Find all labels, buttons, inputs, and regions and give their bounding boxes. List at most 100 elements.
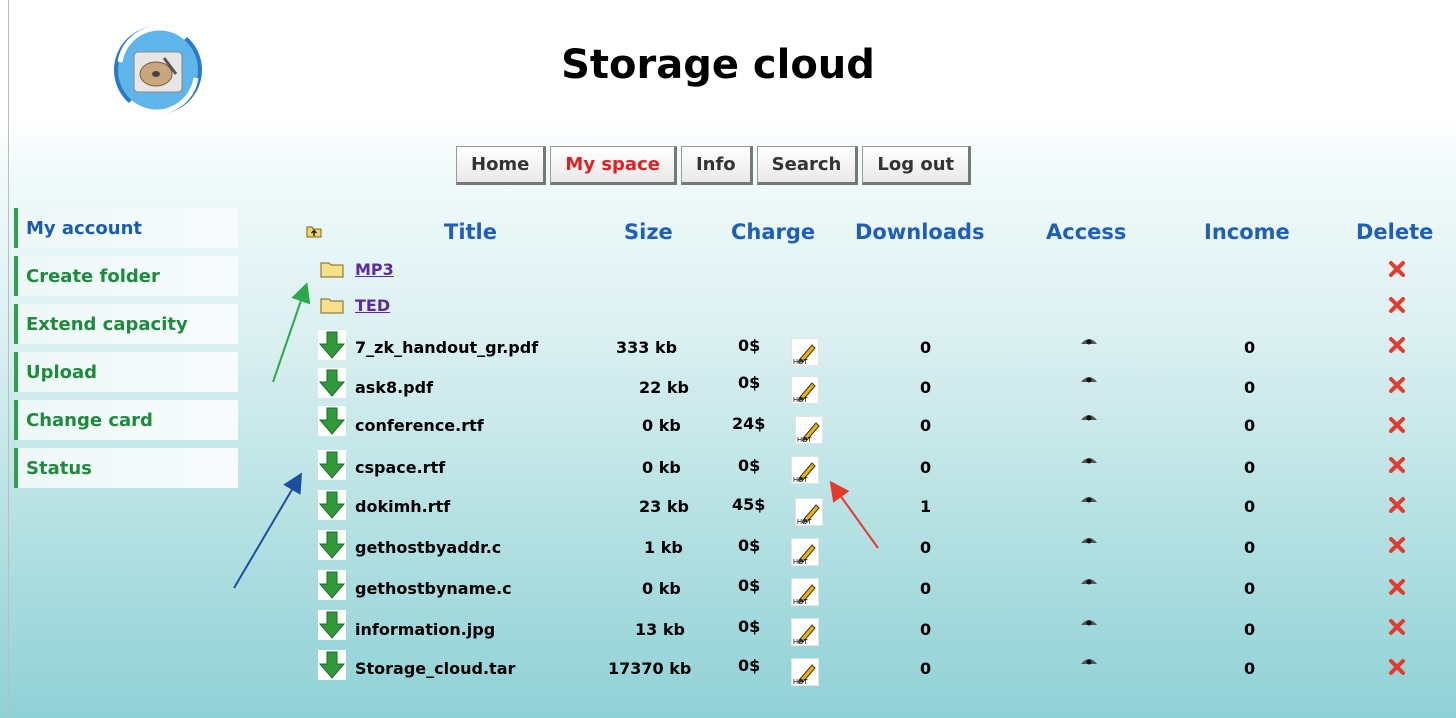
file-name[interactable]: information.jpg — [355, 620, 495, 639]
file-income: 0 — [1244, 378, 1256, 397]
download-arrow-icon[interactable] — [318, 570, 346, 600]
file-size: 333 kb — [616, 338, 678, 357]
file-size: 0 kb — [642, 416, 681, 435]
eye-icon[interactable] — [1080, 336, 1098, 346]
file-row: conference.rtf 0 kb 24$ HOT 0 0 — [0, 406, 1456, 452]
file-size: 23 kb — [639, 497, 689, 516]
file-name[interactable]: cspace.rtf — [355, 458, 445, 477]
file-size: 0 kb — [642, 579, 681, 598]
edit-badge: HOT — [793, 679, 809, 686]
file-charge: 0$ — [738, 373, 761, 392]
download-arrow-icon[interactable] — [318, 368, 346, 398]
tab-my-space[interactable]: My space — [550, 146, 677, 185]
file-name[interactable]: Storage_cloud.tar — [355, 659, 515, 678]
file-downloads: 0 — [920, 579, 932, 598]
pencil-edit-icon[interactable]: HOT — [795, 498, 823, 526]
file-size: 22 kb — [639, 378, 689, 397]
eye-icon[interactable] — [1080, 412, 1098, 422]
file-downloads: 0 — [920, 538, 932, 557]
file-name[interactable]: 7_zk_handout_gr.pdf — [355, 338, 538, 357]
column-header-income: Income — [1204, 220, 1290, 244]
edit-badge: HOT — [793, 477, 809, 484]
file-name[interactable]: conference.rtf — [355, 416, 484, 435]
file-downloads: 0 — [920, 378, 932, 397]
download-arrow-icon[interactable] — [318, 650, 346, 680]
download-arrow-icon[interactable] — [318, 490, 346, 520]
delete-x-icon[interactable] — [1388, 578, 1406, 596]
eye-icon[interactable] — [1080, 494, 1098, 504]
pencil-edit-icon[interactable]: HOT — [791, 538, 819, 566]
download-arrow-icon[interactable] — [318, 330, 346, 360]
pencil-edit-icon[interactable]: HOT — [791, 338, 819, 366]
eye-icon[interactable] — [1080, 576, 1098, 586]
pencil-edit-icon[interactable]: HOT — [791, 578, 819, 606]
file-name[interactable]: gethostbyname.c — [355, 579, 512, 598]
eye-icon[interactable] — [1080, 617, 1098, 627]
pencil-edit-icon[interactable]: HOT — [791, 456, 819, 484]
folder-link-ted[interactable]: TED — [355, 296, 390, 315]
pencil-edit-icon[interactable]: HOT — [795, 416, 823, 444]
file-name[interactable]: ask8.pdf — [355, 378, 433, 397]
file-downloads: 0 — [920, 338, 932, 357]
file-size: 0 kb — [642, 458, 681, 477]
page-title: Storage cloud — [561, 42, 875, 88]
file-charge: 24$ — [732, 414, 766, 433]
column-header-title: Title — [444, 220, 498, 244]
edit-badge: HOT — [793, 359, 809, 366]
edit-badge: HOT — [793, 559, 809, 566]
eye-icon[interactable] — [1080, 535, 1098, 545]
file-income: 0 — [1244, 538, 1256, 557]
eye-icon[interactable] — [1080, 374, 1098, 384]
delete-x-icon[interactable] — [1388, 260, 1406, 278]
file-income: 0 — [1244, 659, 1256, 678]
file-charge: 45$ — [732, 495, 766, 514]
tab-home[interactable]: Home — [456, 146, 547, 185]
delete-x-icon[interactable] — [1388, 376, 1406, 394]
delete-x-icon[interactable] — [1388, 456, 1406, 474]
file-income: 0 — [1244, 497, 1256, 516]
eye-icon[interactable] — [1080, 656, 1098, 666]
download-arrow-icon[interactable] — [318, 530, 346, 560]
delete-x-icon[interactable] — [1388, 658, 1406, 676]
folder-up-icon[interactable] — [306, 224, 322, 238]
tab-info[interactable]: Info — [680, 146, 753, 185]
delete-x-icon[interactable] — [1388, 536, 1406, 554]
eye-icon[interactable] — [1080, 455, 1098, 465]
delete-x-icon[interactable] — [1388, 618, 1406, 636]
pencil-edit-icon[interactable]: HOT — [791, 658, 819, 686]
file-row: Storage_cloud.tar 17370 kb 0$ HOT 0 0 — [0, 650, 1456, 696]
file-size: 13 kb — [635, 620, 685, 639]
edit-badge: HOT — [797, 519, 813, 526]
edit-badge: HOT — [793, 397, 809, 404]
pencil-edit-icon[interactable]: HOT — [791, 376, 819, 404]
file-income: 0 — [1244, 458, 1256, 477]
file-name[interactable]: gethostbyaddr.c — [355, 538, 501, 557]
edit-badge: HOT — [793, 599, 809, 606]
delete-x-icon[interactable] — [1388, 496, 1406, 514]
file-downloads: 0 — [920, 659, 932, 678]
delete-x-icon[interactable] — [1388, 296, 1406, 314]
folder-link-mp3[interactable]: MP3 — [355, 260, 394, 279]
column-header-access: Access — [1046, 220, 1127, 244]
download-arrow-icon[interactable] — [318, 406, 346, 436]
tab-search[interactable]: Search — [756, 146, 859, 185]
file-charge: 0$ — [738, 656, 761, 675]
file-charge: 0$ — [738, 617, 761, 636]
file-charge: 0$ — [738, 576, 761, 595]
sidebar-item-my-account[interactable]: My account — [14, 208, 238, 248]
file-income: 0 — [1244, 338, 1256, 357]
column-header-downloads: Downloads — [855, 220, 985, 244]
file-size: 17370 kb — [608, 659, 692, 678]
download-arrow-icon[interactable] — [318, 450, 346, 480]
delete-x-icon[interactable] — [1388, 336, 1406, 354]
file-income: 0 — [1244, 620, 1256, 639]
delete-x-icon[interactable] — [1388, 416, 1406, 434]
column-header-charge: Charge — [731, 220, 816, 244]
file-charge: 0$ — [738, 456, 761, 475]
file-name[interactable]: dokimh.rtf — [355, 497, 450, 516]
folder-icon — [320, 298, 344, 314]
download-arrow-icon[interactable] — [318, 610, 346, 640]
column-header-delete: Delete — [1356, 220, 1434, 244]
tab-log-out[interactable]: Log out — [862, 146, 972, 185]
pencil-edit-icon[interactable]: HOT — [791, 618, 819, 646]
